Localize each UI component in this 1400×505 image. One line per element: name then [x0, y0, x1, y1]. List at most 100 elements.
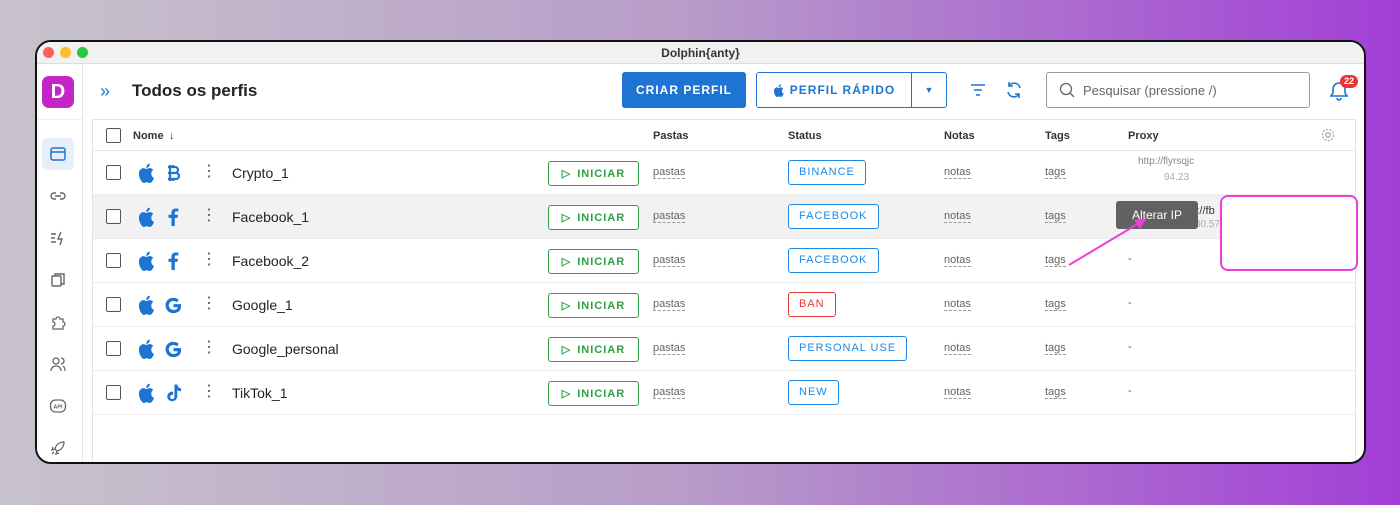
folders-cell[interactable]: pastas [653, 386, 686, 399]
start-profile-button[interactable]: ▷ INICIAR [548, 293, 639, 318]
row-checkbox[interactable] [106, 209, 121, 224]
start-profile-button[interactable]: ▷ INICIAR [548, 337, 639, 362]
play-icon: ▷ [561, 168, 572, 180]
copy-icon [51, 273, 65, 287]
maximize-window-button[interactable] [77, 47, 88, 58]
notes-cell[interactable]: notas [944, 342, 971, 355]
sidebar-item-extensions[interactable] [42, 306, 74, 338]
folders-cell[interactable]: pastas [653, 342, 686, 355]
table-row[interactable]: ⋮ Google_personal ▷ INICIAR pastas PERSO… [93, 327, 1355, 371]
profile-name[interactable]: Google_1 [232, 297, 293, 313]
quick-profile-dropdown[interactable]: ▼ [912, 73, 946, 107]
browser-profiles-icon [50, 147, 66, 161]
profile-name[interactable]: Facebook_1 [232, 209, 309, 225]
table-row[interactable]: ⋮ Facebook_2 ▷ INICIAR pastas FACEBOOK n… [93, 239, 1355, 283]
table-row[interactable]: ⋮ Google_1 ▷ INICIAR pastas BAN notas ta… [93, 283, 1355, 327]
table-row[interactable]: ⋮ TikTok_1 ▷ INICIAR pastas NEW notas ta… [93, 371, 1355, 415]
sidebar-item-proxies[interactable] [42, 180, 74, 212]
row-menu-icon[interactable]: ⋮ [201, 295, 217, 313]
row-menu-icon[interactable]: ⋮ [201, 339, 217, 357]
tags-cell[interactable]: tags [1045, 342, 1066, 355]
status-badge[interactable]: FACEBOOK [788, 204, 879, 229]
proxy-empty: - [1128, 253, 1132, 265]
profile-name[interactable]: Facebook_2 [232, 253, 309, 269]
tags-cell[interactable]: tags [1045, 386, 1066, 399]
proxy-cell[interactable]: http://flyrsqjc 94.23 [1138, 156, 1195, 183]
status-badge[interactable]: FACEBOOK [788, 248, 879, 273]
row-checkbox[interactable] [106, 165, 121, 180]
sidebar-item-automation[interactable] [42, 222, 74, 254]
close-window-button[interactable] [43, 47, 54, 58]
automation-icon [51, 231, 63, 246]
sidebar-item-users[interactable] [42, 348, 74, 380]
column-tags: Tags [1045, 130, 1070, 142]
sort-arrow-icon[interactable]: ↓ [169, 130, 175, 142]
search-input[interactable] [1083, 82, 1293, 98]
search-box[interactable] [1046, 72, 1310, 108]
notes-cell[interactable]: notas [944, 386, 971, 399]
row-menu-icon[interactable]: ⋮ [201, 251, 217, 269]
row-checkbox[interactable] [106, 297, 121, 312]
row-menu-icon[interactable]: ⋮ [201, 383, 217, 401]
sidebar-item-api[interactable]: API [42, 390, 74, 422]
sidebar-item-launch[interactable] [42, 432, 74, 462]
status-badge[interactable]: BINANCE [788, 160, 866, 185]
start-profile-button[interactable]: ▷ INICIAR [548, 205, 639, 230]
dolphin-logo[interactable]: D [42, 76, 74, 108]
create-profile-button[interactable]: CRIAR PERFIL [622, 72, 746, 108]
folders-cell[interactable]: pastas [653, 254, 686, 267]
quick-profile-button[interactable]: PERFIL RÁPIDO [757, 73, 912, 107]
row-menu-icon[interactable]: ⋮ [201, 163, 217, 181]
select-all-checkbox[interactable] [106, 128, 121, 143]
start-label: INICIAR [577, 387, 626, 400]
status-badge[interactable]: PERSONAL USE [788, 336, 908, 361]
sidebar-item-templates[interactable] [42, 264, 74, 296]
notes-cell[interactable]: notas [944, 210, 971, 223]
tags-cell[interactable]: tags [1045, 254, 1066, 267]
table-row[interactable]: ⋮ Crypto_1 ▷ INICIAR pastas BINANCE nota… [93, 151, 1355, 195]
start-profile-button[interactable]: ▷ INICIAR [548, 161, 639, 186]
tags-cell[interactable]: tags [1045, 166, 1066, 179]
start-profile-button[interactable]: ▷ INICIAR [548, 249, 639, 274]
folders-cell[interactable]: pastas [653, 166, 686, 179]
profiles-table: Nome ↓ Pastas Status Notas Tags Proxy ⋮ … [92, 119, 1356, 462]
annotation-highlight-box [1220, 195, 1358, 271]
sidebar-item-profiles[interactable] [42, 138, 74, 170]
profile-name[interactable]: Google_personal [232, 341, 339, 357]
folders-cell[interactable]: pastas [653, 298, 686, 311]
proxy-empty: - [1128, 385, 1132, 397]
svg-text:API: API [53, 405, 63, 411]
google-icon [163, 338, 183, 360]
profile-name[interactable]: Crypto_1 [232, 165, 289, 181]
filter-icon[interactable] [968, 80, 988, 100]
status-badge[interactable]: NEW [788, 380, 839, 405]
folders-cell[interactable]: pastas [653, 210, 686, 223]
users-icon [50, 357, 66, 372]
table-settings-gear-icon[interactable] [1321, 128, 1335, 142]
column-name[interactable]: Nome [133, 130, 164, 142]
chevron-down-icon: ▼ [924, 85, 934, 95]
notes-cell[interactable]: notas [944, 298, 971, 311]
start-profile-button[interactable]: ▷ INICIAR [548, 381, 639, 406]
status-badge[interactable]: BAN [788, 292, 836, 317]
tags-cell[interactable]: tags [1045, 298, 1066, 311]
column-status: Status [788, 130, 822, 142]
row-checkbox[interactable] [106, 253, 121, 268]
apple-icon [137, 339, 155, 359]
row-menu-icon[interactable]: ⋮ [201, 207, 217, 225]
notes-cell[interactable]: notas [944, 166, 971, 179]
proxy-address: http://flyrsqjc [1138, 156, 1195, 167]
profile-name[interactable]: TikTok_1 [232, 385, 288, 401]
bitcoin-icon [163, 162, 183, 184]
notes-cell[interactable]: notas [944, 254, 971, 267]
expand-sidebar-icon[interactable]: » [100, 81, 110, 102]
tags-cell[interactable]: tags [1045, 210, 1066, 223]
start-label: INICIAR [577, 211, 626, 224]
google-icon [163, 294, 183, 316]
play-icon: ▷ [561, 256, 572, 268]
row-checkbox[interactable] [106, 385, 121, 400]
refresh-icon[interactable] [1004, 80, 1024, 100]
minimize-window-button[interactable] [60, 47, 71, 58]
row-checkbox[interactable] [106, 341, 121, 356]
apple-icon [773, 83, 784, 97]
